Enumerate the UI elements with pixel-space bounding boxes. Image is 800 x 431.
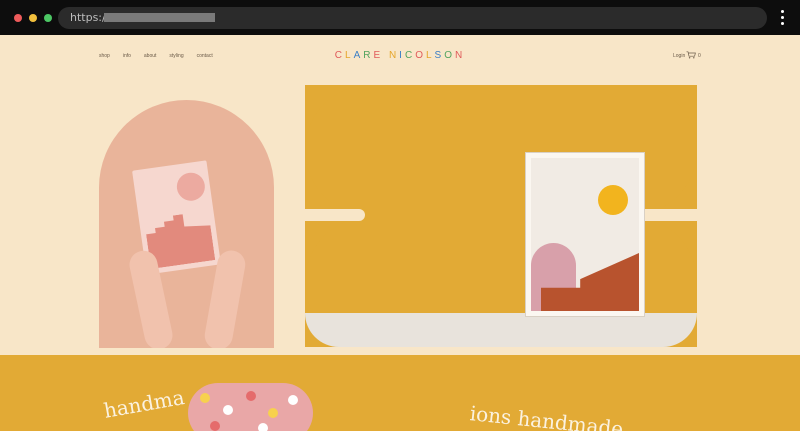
browser-chrome: https://: [0, 0, 800, 35]
floral-pill-image: [188, 383, 313, 431]
brand-letter: R: [363, 50, 374, 61]
webpage: shop info about styling contact CLARE NI…: [0, 35, 800, 431]
browser-menu-icon[interactable]: [779, 10, 785, 26]
cart-count: 0: [698, 53, 701, 59]
brand-letter: L: [345, 50, 354, 61]
brand-letter: O: [444, 50, 455, 61]
hero-image-notebook: [99, 100, 274, 348]
brand-letter: C: [334, 50, 346, 61]
brand-letter: E: [373, 50, 384, 61]
brand-letter: N: [454, 50, 466, 61]
brand-letter: O: [415, 50, 426, 61]
address-bar[interactable]: https://: [58, 7, 767, 29]
login-link[interactable]: Login: [673, 53, 685, 59]
minimize-window-button[interactable]: [29, 14, 37, 22]
cart-icon[interactable]: [686, 51, 696, 59]
maximize-window-button[interactable]: [44, 14, 52, 22]
framed-print: [525, 152, 645, 317]
marquee-band: handma ions handmade: [0, 355, 800, 431]
close-window-button[interactable]: [14, 14, 22, 22]
brand-letter: N: [388, 50, 400, 61]
redacted-url: [104, 13, 215, 22]
brand-letter: C: [404, 50, 416, 61]
brand-letter: A: [353, 50, 364, 61]
floor: [305, 313, 697, 347]
brand-letter: L: [425, 50, 435, 61]
brand-letter: S: [434, 50, 445, 61]
marquee-text-right: ions handmade: [468, 401, 625, 431]
marquee-text-left: handma: [101, 385, 187, 423]
